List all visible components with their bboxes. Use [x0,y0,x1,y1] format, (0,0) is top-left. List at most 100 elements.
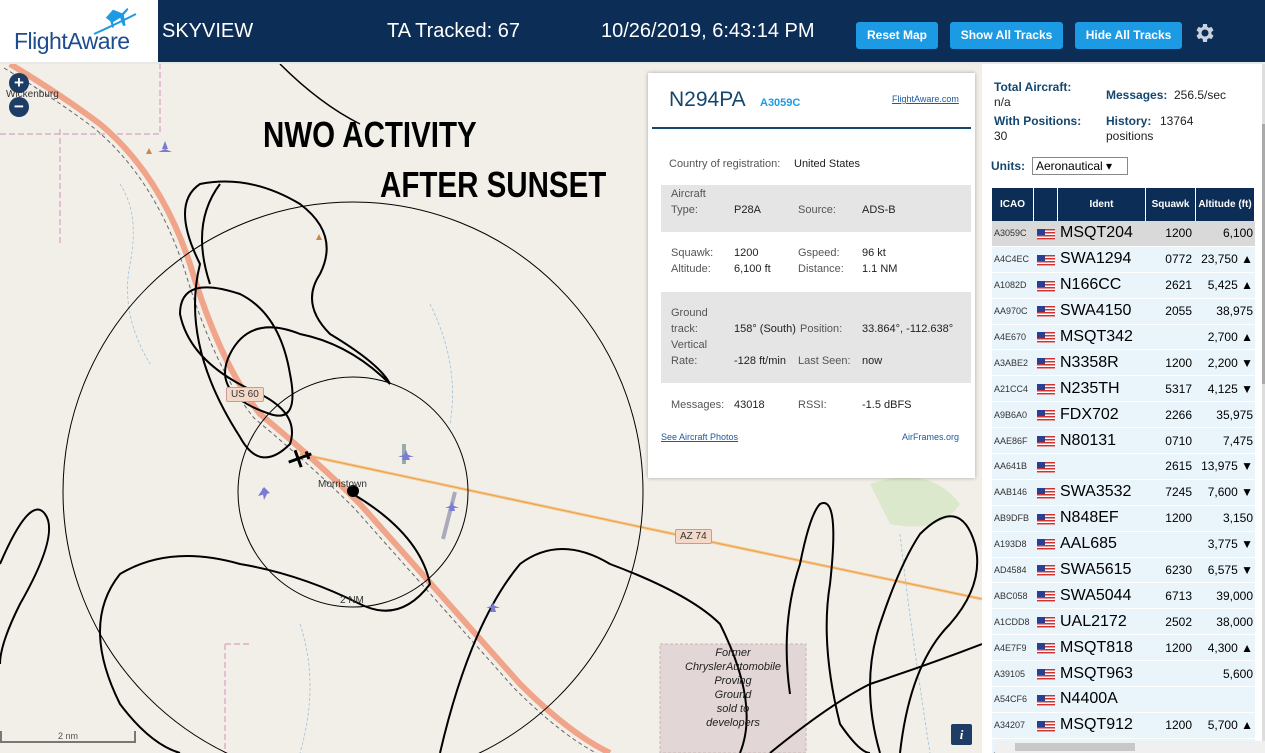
squawk-cell [1146,324,1196,351]
column-header[interactable]: Squawk [1146,188,1196,221]
zoom-out-button[interactable]: − [9,97,29,117]
table-row[interactable]: A39105 MSQT963 5,600 [992,661,1255,688]
table-row[interactable]: A3059C MSQT204 1200 6,100 [992,221,1255,247]
column-header[interactable]: Altitude (ft) [1196,188,1255,221]
gspeed-value: 96 kt [862,247,886,259]
flag-cell [1034,635,1058,662]
aircraft-icon[interactable] [398,450,414,460]
flag-cell [1034,454,1058,480]
ident-cell: SWA3532 [1058,479,1146,506]
altitude-cell: 13,975 ▼ [1196,454,1255,480]
aircraft-icon[interactable] [258,487,270,500]
squawk-cell: 1200 [1146,712,1196,739]
icao-cell: A39105 [992,661,1034,688]
info-button[interactable]: i [951,724,972,745]
altitude-cell: 4,125 ▼ [1196,376,1255,403]
squawk-cell: 2266 [1146,402,1196,429]
aircraft-icon[interactable] [158,141,172,152]
table-row[interactable]: AB9DFB N848EF 1200 3,150 [992,505,1255,532]
aircraft-table: ICAO Ident Squawk Altitude (ft) A3059C MS… [992,188,1255,753]
table-row[interactable]: ABC058 SWA5044 6713 39,000 [992,583,1255,610]
airframes-link[interactable]: AirFrames.org [902,432,959,442]
icao-cell: A21CC4 [992,376,1034,403]
flag-cell [1034,324,1058,351]
road-shield: AZ 74 [675,529,712,544]
us-flag-icon [1037,435,1055,447]
type-value: P28A [734,204,761,216]
ident-cell: UAL2172 [1058,609,1146,636]
altitude-cell: 5,700 ▲ [1196,712,1255,739]
squawk-cell [1146,687,1196,713]
altitude-cell: 39,000 [1196,583,1255,610]
area-label: Former ChryslerAutomobile Proving Ground… [685,647,781,729]
table-row[interactable]: A34207 MSQT912 1200 5,700 ▲ [992,712,1255,739]
vertical-rate-value: -128 ft/min [734,355,786,367]
icao-cell: ABC058 [992,583,1034,610]
column-header[interactable]: Ident [1058,188,1146,221]
table-row[interactable]: A21CC4 N235TH 5317 4,125 ▼ [992,376,1255,403]
column-header[interactable] [1034,188,1058,221]
table-row[interactable]: A4E7F9 MSQT818 1200 4,300 ▲ [992,635,1255,662]
table-row[interactable]: A1082D N166CC 2621 5,425 ▲ [992,272,1255,299]
column-header[interactable]: ICAO [992,188,1034,221]
squawk-value: 1200 [734,247,759,259]
flag-cell [1034,221,1058,247]
distance-value: 1.1 NM [862,263,898,275]
aircraft-info-panel: N294PA A3059C FlightAware.com Country of… [648,73,975,478]
ident-cell: MSQT204 [1058,221,1146,247]
squawk-cell: 6230 [1146,557,1196,584]
ident-cell: SWA1294 [1058,246,1146,273]
icao-cell: A1CDD8 [992,609,1034,636]
table-row[interactable]: AA641B 2615 13,975 ▼ [992,454,1255,480]
table-row[interactable]: AAB146 SWA3532 7245 7,600 ▼ [992,479,1255,506]
aircraft-photos-link[interactable]: See Aircraft Photos [661,432,738,442]
table-row[interactable]: A54CF6 N4400A [992,687,1255,713]
hide-all-tracks-button[interactable]: Hide All Tracks [1075,22,1182,49]
position-value: 33.864°, -112.638° [862,323,954,335]
table-row[interactable]: A1CDD8 UAL2172 2502 38,000 [992,609,1255,636]
table-row[interactable]: AAE86F N80131 0710 7,475 [992,428,1255,455]
us-flag-icon [1037,668,1055,680]
flag-cell [1034,272,1058,299]
ident-cell [1058,454,1146,480]
us-flag-icon [1037,643,1055,655]
us-flag-icon [1037,384,1055,396]
icao-cell: A54CF6 [992,687,1034,713]
icao-cell: A4E7F9 [992,635,1034,662]
ident-cell: MSQT912 [1058,712,1146,739]
altitude-cell: 3,150 [1196,505,1255,532]
us-flag-icon [1037,280,1055,292]
flag-cell [1034,609,1058,636]
table-row[interactable]: AD4584 SWA5615 6230 6,575 ▼ [992,557,1255,584]
icao-cell: A3ABE2 [992,350,1034,377]
horizontal-scrollbar[interactable] [995,741,1265,753]
squawk-cell: 0772 [1146,246,1196,273]
aircraft-icon[interactable] [486,602,500,612]
show-all-tracks-button[interactable]: Show All Tracks [950,22,1063,49]
altitude-cell: 3,775 ▼ [1196,531,1255,558]
us-flag-icon [1037,487,1055,499]
altitude-cell: 38,975 [1196,298,1255,325]
table-row[interactable]: A4E670 MSQT342 2,700 ▲ [992,324,1255,351]
tracked-count: TA Tracked: 67 [387,20,521,42]
table-row[interactable]: A3ABE2 N3358R 1200 2,200 ▼ [992,350,1255,377]
reset-map-button[interactable]: Reset Map [856,22,938,49]
logo-text: FlightAware [14,28,130,54]
altitude-cell: 5,425 ▲ [1196,272,1255,299]
flightaware-logo[interactable]: FlightAware [0,0,158,62]
positions-value: 30 [994,129,1008,143]
units-select[interactable]: Aeronautical ▾ [1032,157,1128,175]
gear-icon[interactable] [1192,21,1216,45]
squawk-cell: 2502 [1146,609,1196,636]
track-value: 158° (South) [734,323,796,335]
ident-cell: N235TH [1058,376,1146,403]
table-row[interactable]: AA970C SWA4150 2055 38,975 [992,298,1255,325]
flightaware-link[interactable]: FlightAware.com [892,94,959,104]
table-row[interactable]: A9B6A0 FDX702 2266 35,975 [992,402,1255,429]
aircraft-icon[interactable] [445,501,459,511]
us-flag-icon [1037,306,1055,318]
us-flag-icon [1037,410,1055,421]
table-row[interactable]: A4C4EC SWA1294 0772 23,750 ▲ [992,246,1255,273]
table-row[interactable]: A193D8 AAL685 3,775 ▼ [992,531,1255,558]
messages-value: 43018 [734,399,765,411]
